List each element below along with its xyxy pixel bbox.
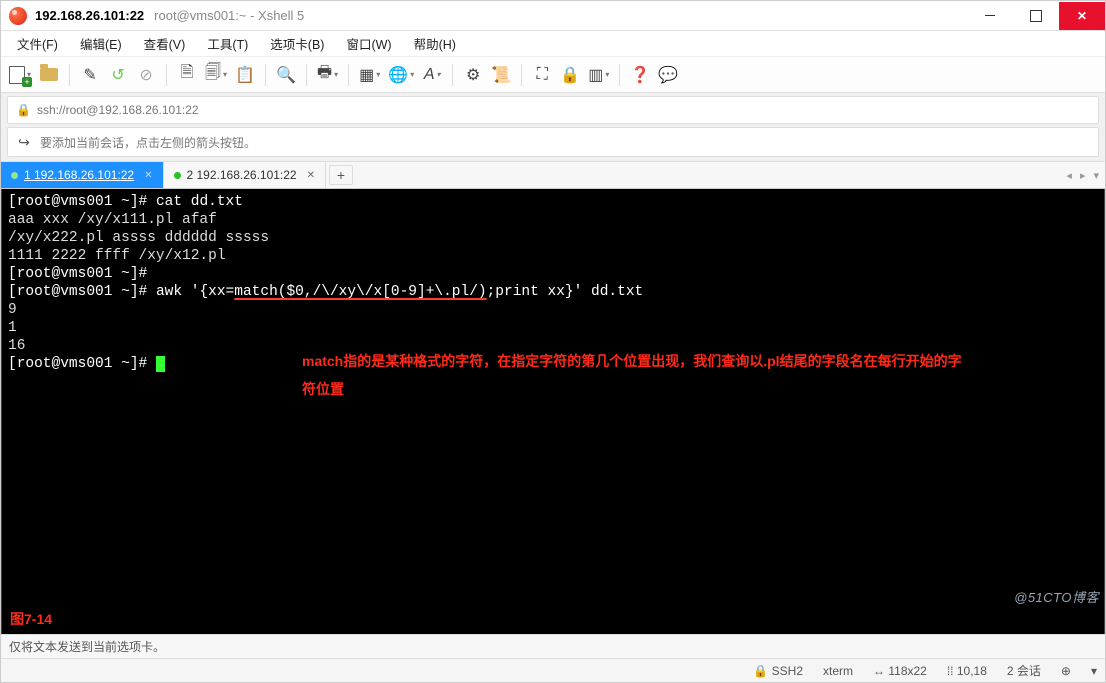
hint-text: 要添加当前会话，点击左侧的箭头按钮。 (40, 134, 256, 151)
tabs-navigation: ◂ ▸ ▾ (1060, 162, 1105, 188)
tab-label: 1 192.168.26.101:22 (24, 168, 134, 182)
search-button[interactable]: 🔍 (274, 62, 298, 88)
menu-bar: 文件(F) 编辑(E) 查看(V) 工具(T) 选项卡(B) 窗口(W) 帮助(… (1, 31, 1105, 57)
toolbar-separator (166, 64, 167, 86)
window-title-active: 192.168.26.101:22 (35, 8, 144, 23)
watermark-text: @51CTO博客 (1014, 587, 1099, 606)
status-bar-info: 🔒 SSH2 xterm ↔ 118x22 ⁞⁞ 10,18 2 会话 ⊕ ▾ (1, 658, 1105, 682)
help-toolbar-button[interactable]: ❓ (628, 62, 652, 88)
status-session-count: 2 会话 (1007, 662, 1041, 679)
transparency-button[interactable]: ▥ (586, 62, 611, 88)
command-text: ;print xx}' dd.txt (487, 284, 644, 300)
status-cursor-pos: ⁞⁞ 10,18 (947, 664, 987, 678)
script-button[interactable]: 📜 (489, 62, 513, 88)
hint-arrow-icon[interactable]: ↪ (16, 134, 32, 151)
status-termtype: xterm (823, 664, 853, 678)
status-indicator-icon (174, 172, 181, 179)
output-line: /xy/x222.pl assss dddddd sssss (8, 229, 1098, 247)
terminal-output[interactable]: [root@vms001 ~]# cat dd.txt aaa xxx /xy/… (1, 189, 1105, 634)
session-tabs: 1 192.168.26.101:22 ✕ 2 192.168.26.101:2… (1, 161, 1105, 189)
toolbar-separator (306, 64, 307, 86)
status-caps-icon[interactable]: ⊕ (1061, 664, 1071, 678)
window-maximize-button[interactable] (1013, 2, 1059, 30)
paste-button[interactable]: 📋 (233, 62, 257, 88)
prompt: [root@vms001 ~]# (8, 266, 147, 282)
copy-button[interactable]: 🗐 (203, 62, 229, 88)
window-minimize-button[interactable] (967, 2, 1013, 30)
window-title-sub: root@vms001:~ - Xshell 5 (154, 8, 304, 23)
size-icon: ↔ (873, 664, 885, 678)
status-indicator-icon (11, 172, 18, 179)
menu-window[interactable]: 窗口(W) (336, 31, 401, 56)
address-url: ssh://root@192.168.26.101:22 (37, 103, 199, 117)
pos-icon: ⁞⁞ (947, 664, 954, 678)
toolbar-separator (69, 64, 70, 86)
prompt: [root@vms001 ~]# (8, 194, 156, 210)
cursor-icon (156, 356, 165, 372)
lock-icon: 🔒 (753, 664, 768, 678)
menu-help[interactable]: 帮助(H) (404, 31, 466, 56)
tab-close-icon[interactable]: ✕ (307, 170, 315, 181)
tabs-scroll-right-icon[interactable]: ▸ (1080, 169, 1086, 182)
output-line: 1 (8, 319, 1098, 337)
output-line: aaa xxx /xy/x111.pl afaf (8, 211, 1098, 229)
reconnect-button[interactable]: ↺ (106, 62, 130, 88)
lock-button[interactable]: 🔒 (558, 62, 582, 88)
figure-label: 图7-14 (10, 610, 52, 628)
tab-label: 2 192.168.26.101:22 (187, 168, 297, 182)
edit-button[interactable]: ✎ (78, 62, 102, 88)
menu-edit[interactable]: 编辑(E) (70, 31, 132, 56)
chat-button[interactable]: 💬 (656, 62, 680, 88)
toolbar-separator (265, 64, 266, 86)
toolbar-separator (452, 64, 453, 86)
toolbar: + ✎ ↺ ⊘ 🗎 🗐 📋 🔍 🖶 ▦ 🌐 A ⚙ 📜 ⛶ 🔒 ▥ ❓ 💬 (1, 57, 1105, 93)
menu-tabs[interactable]: 选项卡(B) (260, 31, 334, 56)
fullscreen-button[interactable]: ⛶ (530, 62, 554, 88)
tabs-menu-icon[interactable]: ▾ (1093, 169, 1099, 182)
output-line: 9 (8, 301, 1098, 319)
lock-icon: 🔒 (16, 103, 31, 117)
prompt: [root@vms001 ~]# (8, 356, 156, 372)
add-tab-button[interactable]: + (329, 165, 353, 185)
toolbar-separator (619, 64, 620, 86)
status-size: ↔ 118x22 (873, 664, 927, 678)
app-logo-icon (9, 7, 27, 25)
output-line: 1111 2222 ffff /xy/x12.pl (8, 247, 1098, 265)
address-bar[interactable]: 🔒 ssh://root@192.168.26.101:22 (7, 96, 1099, 124)
title-bar: 192.168.26.101:22 root@vms001:~ - Xshell… (1, 1, 1105, 31)
session-tab-2[interactable]: 2 192.168.26.101:22 ✕ (164, 162, 327, 188)
color-scheme-button[interactable]: ▦ (357, 62, 382, 88)
disconnect-button[interactable]: ⊘ (134, 62, 158, 88)
prompt: [root@vms001 ~]# (8, 284, 156, 300)
encoding-button[interactable]: 🌐 (386, 62, 416, 88)
status-send-text: 仅将文本发送到当前选项卡。 (9, 638, 165, 655)
settings-button[interactable]: ⚙ (461, 62, 485, 88)
tabs-scroll-left-icon[interactable]: ◂ (1066, 169, 1072, 182)
session-tab-1[interactable]: 1 192.168.26.101:22 ✕ (1, 162, 164, 188)
status-bar-send: 仅将文本发送到当前选项卡。 (1, 634, 1105, 658)
menu-file[interactable]: 文件(F) (7, 31, 68, 56)
open-button[interactable] (37, 62, 61, 88)
menu-view[interactable]: 查看(V) (134, 31, 196, 56)
hint-bar: ↪ 要添加当前会话，点击左侧的箭头按钮。 (7, 127, 1099, 157)
command-text: awk '{xx= (156, 284, 234, 300)
tab-close-icon[interactable]: ✕ (144, 170, 152, 181)
window-close-button[interactable] (1059, 2, 1105, 30)
command-highlight: match($0,/\/xy\/x[0-9]+\.pl/) (234, 284, 486, 300)
command-text: cat dd.txt (156, 194, 243, 210)
font-button[interactable]: A (420, 62, 444, 88)
status-protocol: 🔒 SSH2 (753, 664, 803, 678)
menu-tools[interactable]: 工具(T) (197, 31, 258, 56)
properties-button[interactable]: 🗎 (175, 62, 199, 88)
toolbar-separator (521, 64, 522, 86)
annotation-text: match指的是某种格式的字符，在指定字符的第几个位置出现，我们查询以.pl结尾… (302, 347, 962, 403)
status-num-icon[interactable]: ▾ (1091, 664, 1097, 678)
new-session-button[interactable]: + (7, 62, 33, 88)
toolbar-separator (348, 64, 349, 86)
print-button[interactable]: 🖶 (315, 62, 340, 88)
